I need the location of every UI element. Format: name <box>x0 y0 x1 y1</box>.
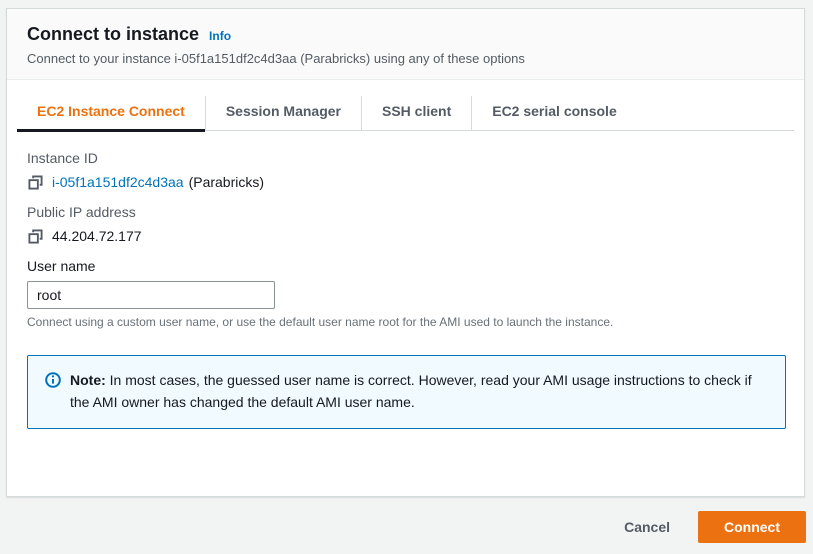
connect-to-instance-card: Connect to instance Info Connect to your… <box>6 8 805 497</box>
note-prefix: Note: <box>70 372 106 388</box>
info-link[interactable]: Info <box>209 29 231 43</box>
username-label: User name <box>27 258 96 274</box>
tab-panel-ec2-instance-connect: Instance ID i-05f1a151df2c4d3aa (Parabri… <box>7 131 804 429</box>
note-text: Note: In most cases, the guessed user na… <box>70 369 769 413</box>
tab-ec2-serial-console[interactable]: EC2 serial console <box>471 96 637 130</box>
tab-ssh-client[interactable]: SSH client <box>360 96 471 130</box>
info-circle-icon <box>45 372 61 393</box>
instance-id-label: Instance ID <box>27 150 98 166</box>
public-ip-label: Public IP address <box>27 204 136 220</box>
note-alert: Note: In most cases, the guessed user na… <box>27 355 786 429</box>
instance-id-row: i-05f1a151df2c4d3aa (Parabricks) <box>27 174 786 190</box>
page-subtitle: Connect to your instance i-05f1a151df2c4… <box>27 51 525 66</box>
tabs-container: EC2 Instance Connect Session Manager SSH… <box>7 80 804 132</box>
connect-button[interactable]: Connect <box>698 511 806 543</box>
title-row: Connect to instance Info <box>27 23 784 45</box>
tab-list: EC2 Instance Connect Session Manager SSH… <box>17 96 794 132</box>
username-help-text: Connect using a custom user name, or use… <box>27 315 614 329</box>
card-header: Connect to instance Info Connect to your… <box>7 9 804 80</box>
footer-actions: Cancel Connect <box>624 511 806 543</box>
cancel-button[interactable]: Cancel <box>624 519 670 535</box>
page-title: Connect to instance <box>27 24 200 44</box>
public-ip-row: 44.204.72.177 <box>27 228 786 244</box>
note-body: In most cases, the guessed user name is … <box>70 372 752 410</box>
username-input[interactable] <box>27 281 275 309</box>
username-section: User name Connect using a custom user na… <box>27 257 786 330</box>
copy-icon[interactable] <box>27 174 43 190</box>
instance-name-suffix: (Parabricks) <box>188 174 265 190</box>
tab-ec2-instance-connect[interactable]: EC2 Instance Connect <box>17 96 205 132</box>
tab-session-manager[interactable]: Session Manager <box>204 96 361 130</box>
instance-id-link[interactable]: i-05f1a151df2c4d3aa <box>52 174 184 190</box>
copy-icon[interactable] <box>27 228 43 244</box>
public-ip-value: 44.204.72.177 <box>52 228 142 244</box>
